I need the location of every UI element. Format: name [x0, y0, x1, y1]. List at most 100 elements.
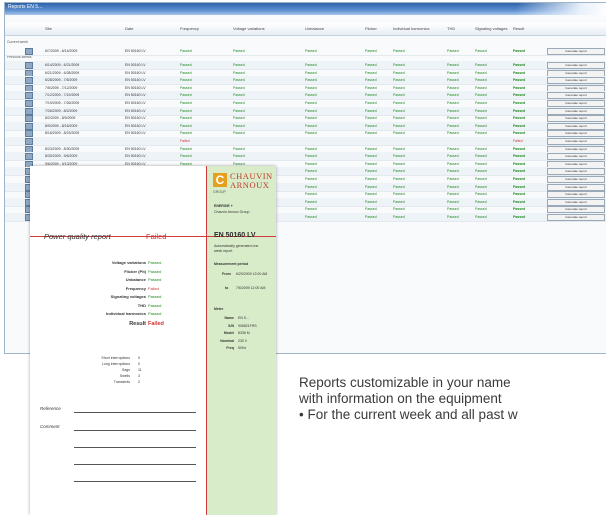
col-result[interactable]: Result — [513, 26, 524, 31]
row-period: 6/21/2009 - 6/28/2009 — [45, 70, 80, 75]
row-period: 7/26/2009 - 8/2/2009 — [45, 108, 78, 113]
row-status: Passed — [447, 199, 459, 204]
row-status: Passed — [305, 207, 317, 212]
col-thd[interactable]: THD — [447, 26, 455, 31]
count-value: 11 — [138, 368, 142, 372]
row-status: Passed — [475, 116, 487, 121]
row-status: Passed — [447, 169, 459, 174]
row-site: EN 50160 LV — [125, 63, 146, 67]
row-status: Passed — [447, 116, 459, 121]
row-status: Passed — [180, 49, 192, 53]
row-result: Passed — [513, 70, 526, 75]
meter-field-value: EN 5... — [238, 316, 249, 320]
row-result: Passed — [513, 184, 526, 189]
caption-line-2: with information on the equipment — [299, 391, 502, 406]
row-status: Passed — [475, 63, 487, 67]
row-site: EN 50160 LV — [125, 108, 146, 113]
row-period: 6/14/2009 - 6/21/2009 — [45, 63, 80, 67]
col-voltage-variations[interactable]: Voltage variations — [233, 26, 265, 31]
row-status: Passed — [305, 169, 317, 174]
result-label: Unbalance — [125, 277, 146, 282]
table-row[interactable]: 6/7/2009 - 6/14/2009 EN 50160 LV Passed Pas… — [5, 47, 606, 56]
row-status: Passed — [305, 49, 317, 53]
meter-field-label: Freq — [226, 346, 234, 350]
row-status: Passed — [475, 131, 487, 136]
row-status: Passed — [233, 123, 245, 128]
col-flicker[interactable]: Flicker — [365, 26, 377, 31]
row-status: Passed — [475, 177, 487, 181]
report-document: C CHAUVIN ARNOUX GROUP ENERGIE + Chauvin… — [30, 166, 276, 515]
row-status: Passed — [365, 199, 377, 204]
report-status: Failed — [146, 232, 167, 241]
row-status: Passed — [305, 108, 317, 113]
row-status: Passed — [475, 70, 487, 75]
row-result: Passed — [513, 116, 526, 121]
row-status: Passed — [393, 123, 405, 128]
comment-line-4[interactable] — [74, 481, 196, 482]
col-signaling[interactable]: Signaling voltages — [475, 26, 507, 31]
row-status: Passed — [365, 49, 377, 53]
count-value: 0 — [138, 356, 140, 360]
row-status: Passed — [305, 78, 317, 83]
count-value: 0 — [138, 362, 140, 366]
row-status: Passed — [305, 199, 317, 204]
row-status: Passed — [447, 131, 459, 136]
row-status: Passed — [305, 177, 317, 181]
row-period: 7/12/2009 - 7/19/2009 — [45, 93, 80, 98]
row-status: Passed — [393, 192, 405, 197]
col-date[interactable]: Date — [125, 26, 133, 31]
generate-report-button[interactable]: Generate report — [547, 48, 605, 55]
col-site[interactable]: Site — [45, 26, 52, 31]
row-status: Passed — [393, 207, 405, 212]
generate-report-button[interactable]: Generate report — [547, 214, 605, 221]
row-status: Passed — [365, 85, 377, 90]
row-status: Passed — [365, 93, 377, 98]
col-frequency[interactable]: Frequency — [180, 26, 199, 31]
row-status: Passed — [305, 63, 317, 67]
row-site: EN 50160 LV — [125, 85, 146, 90]
row-site: EN 50160 LV — [125, 93, 146, 98]
row-status: Passed — [180, 63, 192, 67]
row-status: Passed — [305, 131, 317, 136]
row-status: Passed — [475, 207, 487, 212]
reference-line[interactable] — [74, 412, 196, 413]
col-unbalance[interactable]: Unbalance — [305, 26, 324, 31]
row-status: Passed — [180, 146, 192, 151]
title-bar: Reports EN 5... — [5, 3, 606, 15]
row-status: Passed — [305, 146, 317, 151]
row-result: Passed — [513, 85, 526, 90]
overall-result-label: Result — [129, 320, 146, 327]
row-status: Passed — [393, 169, 405, 174]
row-status: Passed — [233, 85, 245, 90]
logo-line3: GROUP — [213, 190, 226, 194]
group-current-week[interactable]: Current week — [7, 40, 28, 44]
row-status: Passed — [180, 131, 192, 136]
meter-field-label: S/N — [228, 323, 234, 328]
meter-field-label: Nominal — [220, 338, 234, 343]
row-status: Passed — [233, 49, 245, 53]
row-status: Passed — [475, 146, 487, 151]
row-status: Passed — [475, 184, 487, 189]
comment-line-1[interactable] — [74, 430, 196, 431]
row-status: Passed — [305, 93, 317, 98]
col-individual-harmonics[interactable]: Individual harmonics — [393, 26, 429, 31]
row-status: Passed — [365, 161, 377, 166]
comment-line-3[interactable] — [74, 464, 196, 465]
row-status: Passed — [233, 154, 245, 159]
result-value: Passed — [148, 294, 162, 299]
column-header-bar: Site Date Frequency Voltage variations U… — [5, 23, 606, 36]
row-status: Passed — [365, 184, 377, 189]
measurement-period-label: Measurement period — [214, 262, 249, 266]
row-status: Passed — [393, 161, 405, 166]
row-status: Passed — [180, 123, 192, 128]
from-label: From — [222, 272, 231, 276]
reference-label: Reference — [40, 406, 61, 411]
comment-line-2[interactable] — [74, 447, 196, 448]
count-label: Long interruptions — [101, 362, 130, 366]
row-period: 7/5/2009 - 7/12/2009 — [45, 85, 78, 90]
result-value: Passed — [148, 277, 162, 282]
row-status: Passed — [393, 116, 405, 121]
row-status: Passed — [475, 123, 487, 128]
row-status: Passed — [447, 63, 459, 67]
row-status: Passed — [180, 78, 192, 83]
